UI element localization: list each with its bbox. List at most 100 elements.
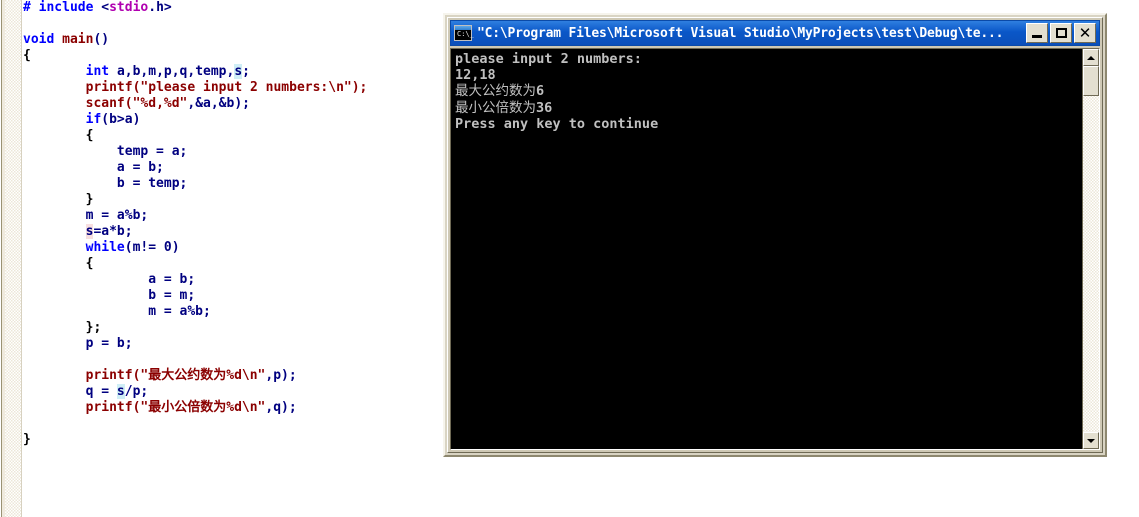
code-token: a = b; [23,160,164,175]
code-token: b = m; [23,288,196,303]
code-token: s [116,384,125,399]
code-line: q = s/p; [23,384,440,400]
code-token: a = b; [23,272,196,287]
code-token: a,b,m,p,q,temp, [116,64,235,79]
code-line: p = b; [23,336,440,352]
scroll-up-arrow-icon [1087,55,1095,60]
code-line: b = temp; [23,176,440,192]
code-token: while [85,240,125,255]
code-token: < [101,0,110,15]
code-token: q = [23,384,117,399]
window-control-buttons: ✕ [1026,23,1097,43]
console-text-run: 6 [536,83,545,100]
console-text-run: Press any key to continue [455,115,659,132]
minimize-icon [1032,35,1042,38]
console-window[interactable]: C:\_ "C:\Program Files\Microsoft Visual … [443,13,1107,457]
code-line: { [23,256,440,272]
console-title-bar[interactable]: C:\_ "C:\Program Files\Microsoft Visual … [450,20,1100,46]
code-line: # include <stdio.h> [23,0,440,16]
editor-selection-margin[interactable] [5,0,22,517]
console-output-line: 12,18 [455,67,1082,83]
console-output-line: Press any key to continue [455,116,1082,132]
code-token: (b>a) [101,112,141,127]
code-token: main [62,32,94,47]
scroll-up-button[interactable] [1083,49,1099,66]
code-line: scanf("%d,%d",&a,&b); [23,96,440,112]
console-output-line: 最大公约数为6 [455,83,1082,99]
code-token: () [93,32,110,47]
close-button[interactable]: ✕ [1074,23,1096,43]
code-token: { [23,256,94,271]
code-token: temp = a; [23,144,188,159]
code-token: p = b; [23,336,133,351]
code-line: printf("最大公约数为%d\n",p); [23,368,440,384]
console-body: please input 2 numbers: 12,18 最大公约数为6 最小公倍数… [450,48,1100,450]
console-output-line: 最小公倍数为36 [455,100,1082,116]
code-token: printf("最小公倍数为%d\n" [85,400,266,415]
code-token: { [23,128,94,143]
source-code-text[interactable]: # include <stdio.h> void main(){ int a,b… [23,0,440,448]
code-token: ; [242,64,250,79]
code-token: { [23,48,31,63]
console-text-run: please input 2 numbers: [455,51,642,67]
code-line: b = m; [23,288,440,304]
maximize-button[interactable] [1050,23,1072,43]
console-icon-prompt-label: C:\_ [457,30,474,38]
scrollbar-track[interactable] [1083,96,1099,432]
code-token: void [23,32,63,47]
code-line: if(b>a) [23,112,440,128]
code-token: stdio [109,0,149,15]
code-line: }; [23,320,440,336]
code-token: printf("最大公约数为%d\n" [85,368,266,383]
code-token: .h> [148,0,172,15]
console-output-text[interactable]: please input 2 numbers: 12,18 最大公约数为6 最小公倍数… [451,49,1082,449]
scrollbar-thumb[interactable] [1083,66,1099,96]
code-editor-pane[interactable]: # include <stdio.h> void main(){ int a,b… [0,0,440,517]
console-text-run: 最大公约数为 [455,83,536,100]
code-token: }; [23,320,102,335]
console-text-run: 36 [536,99,553,116]
code-token: s [234,64,243,79]
code-token: =a*b; [93,224,133,239]
code-token: } [23,192,94,207]
scroll-down-button[interactable] [1083,432,1099,449]
code-line: temp = a; [23,144,440,160]
code-token: /p; [124,384,149,399]
console-output-line: please input 2 numbers: [455,51,1082,67]
code-token: printf("please input 2 numbers:\n"); [85,80,368,95]
code-token: m = a%b; [23,208,149,223]
minimize-button[interactable] [1026,23,1048,43]
code-token: ,p); [265,368,297,383]
console-window-icon: C:\_ [454,25,474,41]
code-token: b = temp; [23,176,188,191]
console-window-frame: C:\_ "C:\Program Files\Microsoft Visual … [447,17,1103,453]
code-line: { [23,48,440,64]
code-token: ,&a,&b); [187,96,250,111]
console-vertical-scrollbar[interactable] [1082,49,1099,449]
scroll-down-arrow-icon [1087,438,1095,443]
console-text-run: 12,18 [455,67,496,84]
code-line: void main() [23,32,440,48]
code-token: } [23,432,31,447]
code-line: printf("please input 2 numbers:\n"); [23,80,440,96]
maximize-icon [1056,28,1067,38]
screen-root: # include <stdio.h> void main(){ int a,b… [0,0,1139,517]
code-line: int a,b,m,p,q,temp,s; [23,64,440,80]
code-line: } [23,192,440,208]
code-line: m = a%b; [23,208,440,224]
code-line: while(m!= 0) [23,240,440,256]
code-token: scanf("%d,%d" [85,96,188,111]
code-line: a = b; [23,272,440,288]
code-line: printf("最小公倍数为%d\n",q); [23,400,440,416]
code-line: m = a%b; [23,304,440,320]
console-title-label: "C:\Program Files\Microsoft Visual Studi… [477,25,1004,41]
